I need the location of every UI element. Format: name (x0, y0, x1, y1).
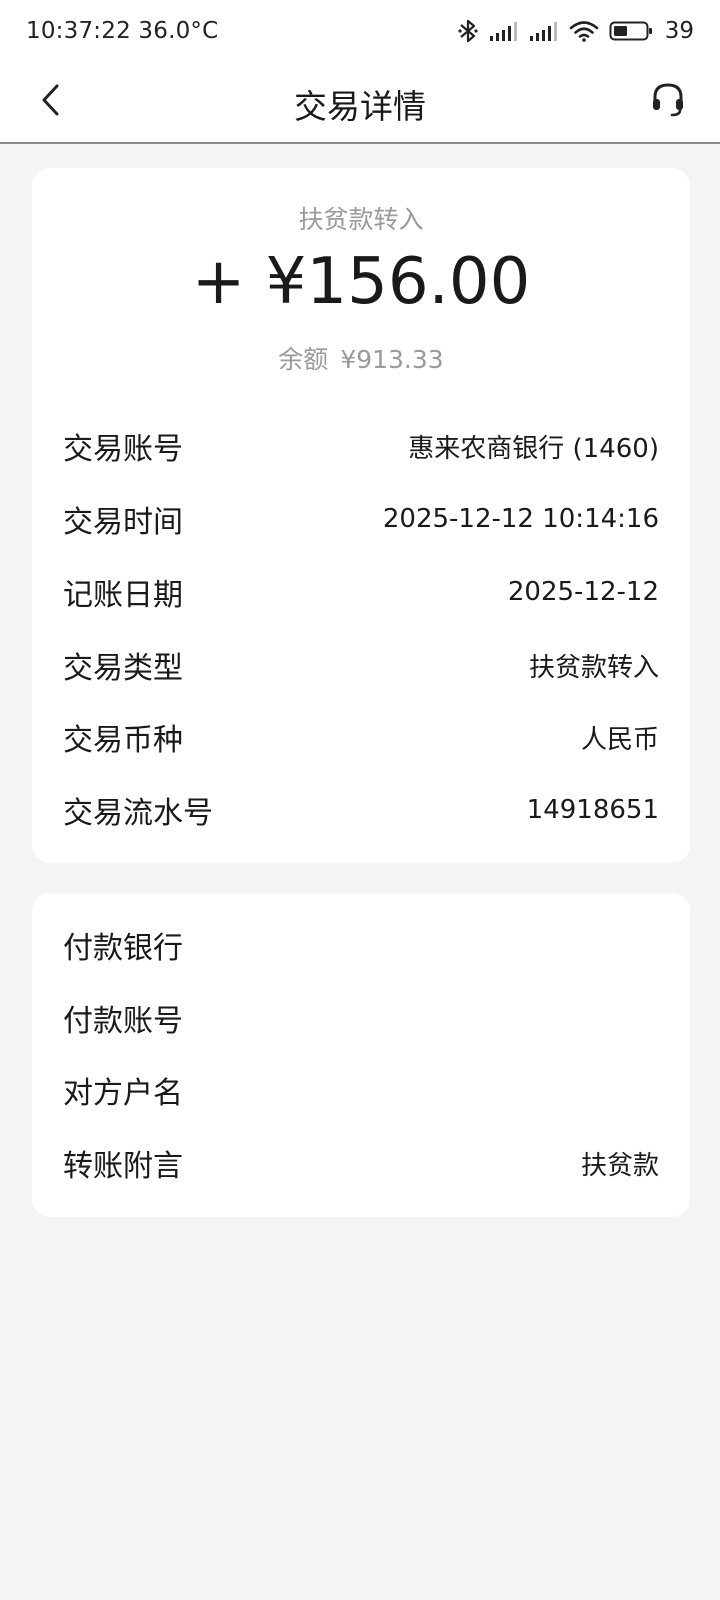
detail-row-posting-date: 记账日期 2025-12-12 (63, 572, 659, 613)
detail-label: 交易时间 (63, 505, 183, 540)
page-title: 交易详情 (294, 87, 426, 126)
detail-row-remark: 转账附言 扶贫款 (63, 1143, 659, 1184)
nav-bar: 交易详情 (0, 64, 720, 144)
detail-row-payer-account: 付款账号 (63, 998, 659, 1039)
detail-value: 扶贫款 (580, 1150, 659, 1181)
customer-service-button[interactable] (646, 78, 690, 126)
detail-row-time: 交易时间 2025-12-12 10:14:16 (63, 499, 659, 540)
detail-value: 2025-12-12 (507, 577, 659, 607)
status-bar: 10:37:22 36.0°C 39 (0, 0, 720, 64)
transaction-type-header: 扶贫款转入 (298, 205, 424, 234)
headset-icon (651, 81, 685, 123)
signal-icon (529, 20, 559, 42)
detail-label: 记账日期 (63, 578, 183, 613)
detail-row-payer-name: 对方户名 (63, 1070, 659, 1111)
balance-value: ¥913.33 (340, 345, 444, 374)
status-time-temperature: 10:37:22 36.0°C (26, 18, 219, 44)
detail-value: 惠来农商银行 (1460) (408, 433, 659, 464)
detail-row-type: 交易类型 扶贫款转入 (63, 645, 659, 686)
transaction-amount: + ¥156.00 (191, 245, 531, 319)
detail-label: 付款银行 (63, 931, 183, 966)
detail-value: 2025-12-12 10:14:16 (382, 504, 659, 534)
detail-row-serial-number: 交易流水号 14918651 (63, 790, 659, 831)
battery-icon (609, 20, 653, 42)
detail-label: 转账附言 (63, 1149, 183, 1184)
status-icons: 39 (457, 16, 694, 46)
detail-label: 交易币种 (63, 723, 183, 758)
detail-label: 交易类型 (63, 651, 183, 686)
detail-value: 人民币 (580, 724, 659, 755)
detail-row-payer-bank: 付款银行 (63, 925, 659, 966)
detail-value: 扶贫款转入 (528, 652, 659, 683)
detail-row-account: 交易账号 惠来农商银行 (1460) (63, 426, 659, 467)
counterparty-card: 付款银行 付款账号 对方户名 转账附言 扶贫款 (32, 893, 690, 1217)
signal-icon (489, 20, 519, 42)
battery-level: 39 (664, 18, 694, 44)
detail-label: 付款账号 (63, 1004, 183, 1039)
balance-label: 余额 (278, 345, 329, 374)
detail-label: 对方户名 (63, 1076, 183, 1111)
detail-label: 交易账号 (63, 432, 183, 467)
balance-line: 余额 ¥913.33 (32, 340, 690, 376)
wifi-icon (569, 20, 599, 42)
bluetooth-icon (457, 18, 479, 44)
detail-value: 14918651 (526, 795, 659, 825)
detail-label: 交易流水号 (63, 796, 213, 831)
transaction-summary-card: 扶贫款转入 + ¥156.00 余额 ¥913.33 交易账号 惠来农商银行 (1… (32, 168, 690, 863)
detail-row-currency: 交易币种 人民币 (63, 717, 659, 758)
